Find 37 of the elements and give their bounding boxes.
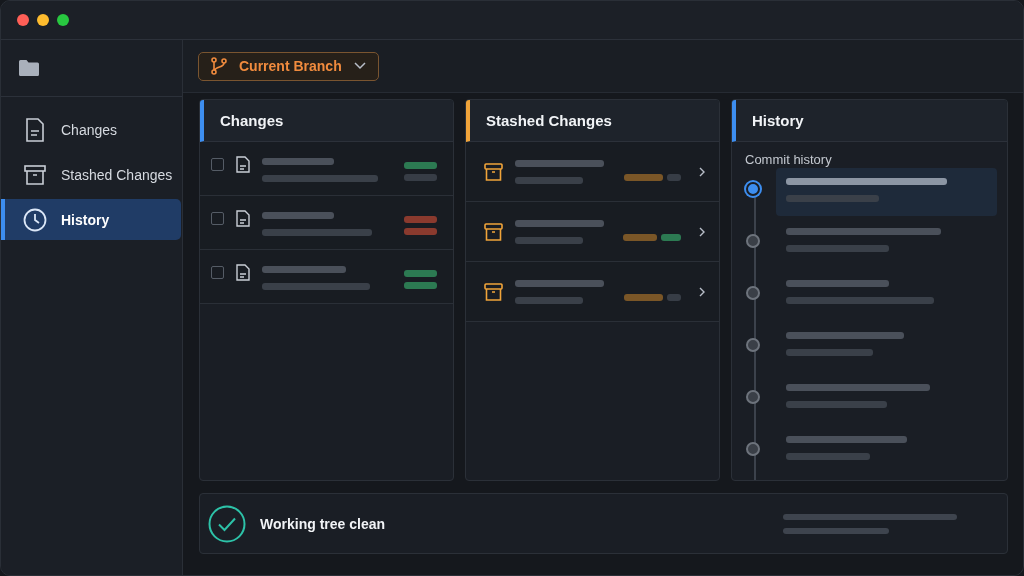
placeholder-line	[515, 176, 583, 184]
panel-title: History	[732, 100, 1007, 142]
panel-title: Changes	[200, 100, 453, 142]
archive-box-icon	[484, 282, 503, 301]
chevron-right-icon	[699, 286, 705, 297]
commit-item[interactable]	[776, 168, 997, 216]
archive-box-icon	[484, 222, 503, 241]
archive-box-icon	[484, 162, 503, 181]
placeholder-line	[262, 158, 334, 165]
status-message: Working tree clean	[260, 515, 386, 532]
check-circle-icon	[208, 504, 246, 543]
document-icon	[236, 264, 250, 281]
placeholder-line	[515, 296, 583, 304]
chevron-down-icon	[353, 62, 366, 70]
folder-icon[interactable]	[19, 60, 39, 76]
close-button[interactable]	[17, 14, 29, 26]
checkbox[interactable]	[211, 158, 224, 171]
sidebar-item[interactable]: Stashed Changes	[1, 154, 181, 195]
placeholder-line	[262, 212, 334, 219]
chevron-right-icon	[699, 166, 705, 177]
panel-title: Stashed Changes	[466, 100, 719, 142]
document-icon	[236, 210, 250, 227]
sidebar-item[interactable]: History	[1, 199, 181, 240]
placeholder-line	[515, 236, 583, 244]
branch-dropdown[interactable]: Current Branch	[198, 51, 379, 81]
checkbox[interactable]	[211, 212, 224, 225]
sidebar-item[interactable]: Changes	[1, 109, 181, 150]
maximize-button[interactable]	[57, 14, 69, 26]
chevron-right-icon	[699, 226, 705, 237]
checkbox[interactable]	[211, 266, 224, 279]
branch-icon	[211, 57, 227, 75]
archive-box-icon	[24, 163, 46, 186]
clock-icon	[23, 207, 47, 232]
document-icon	[25, 117, 45, 142]
minimize-button[interactable]	[37, 14, 49, 26]
section-label: Commit history	[744, 151, 833, 169]
document-icon	[236, 156, 250, 173]
